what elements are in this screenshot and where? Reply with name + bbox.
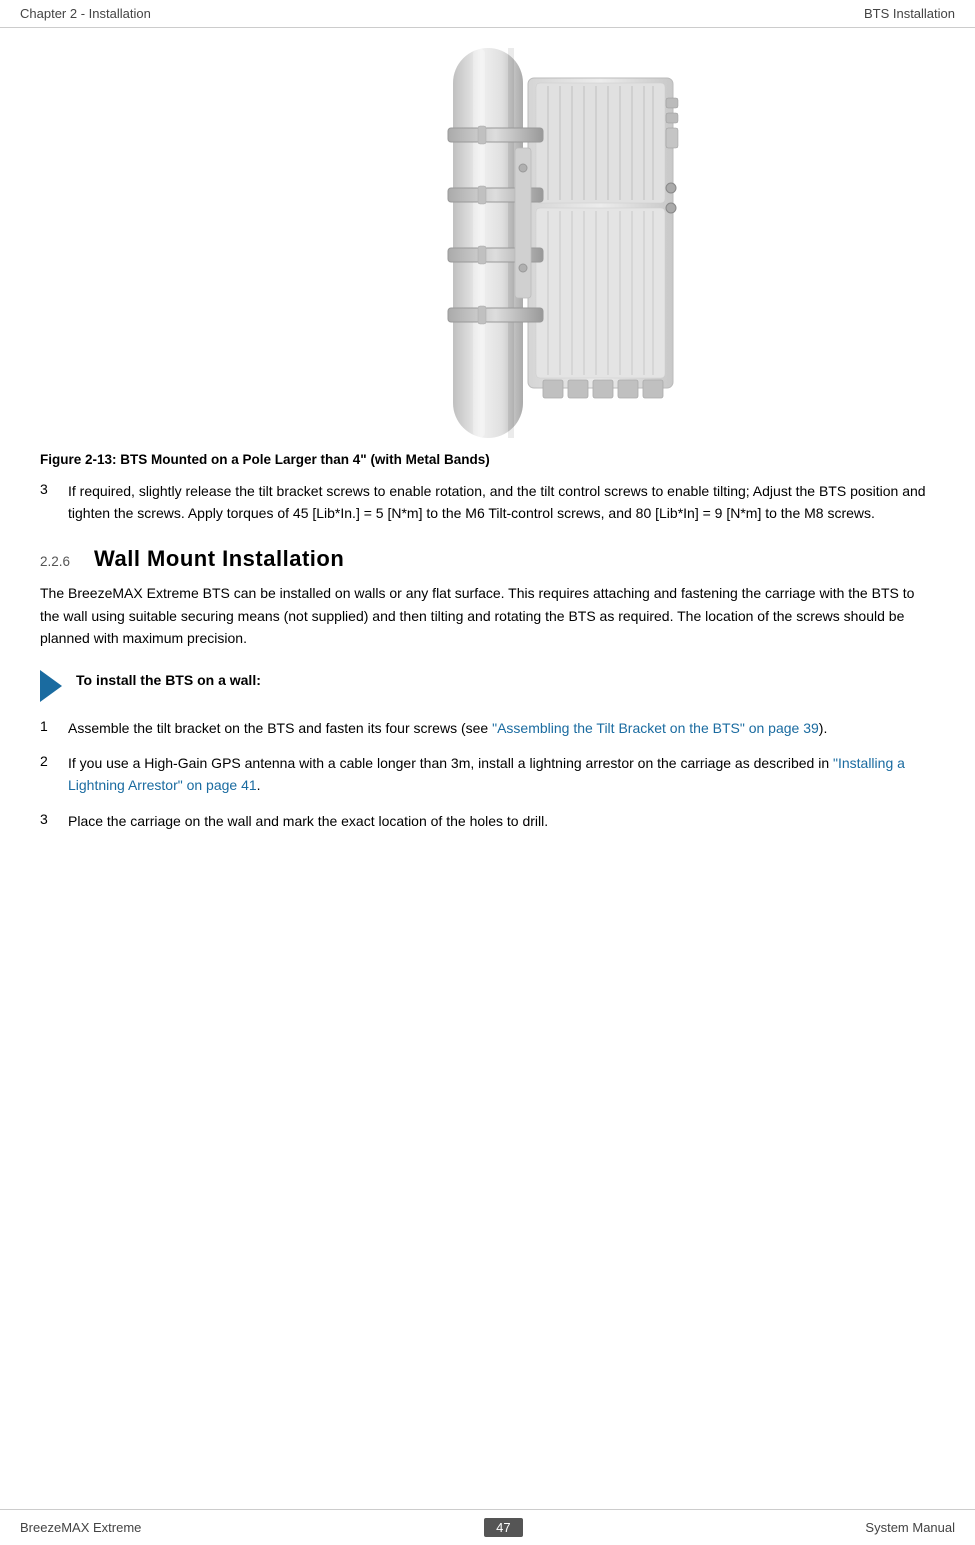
section-number: 2.2.6	[40, 554, 70, 569]
step2-text-after: .	[257, 777, 261, 793]
wall-step-3: 3 Place the carriage on the wall and mar…	[40, 811, 935, 833]
note-block: To install the BTS on a wall:	[40, 668, 935, 702]
step-number-3: 3	[40, 481, 68, 497]
figure-caption: Figure 2-13: BTS Mounted on a Pole Large…	[40, 452, 935, 467]
step-3-text: If required, slightly release the tilt b…	[68, 481, 935, 524]
page-number: 47	[484, 1518, 522, 1537]
main-content: Figure 2-13: BTS Mounted on a Pole Large…	[0, 28, 975, 876]
wall-step-1-text: Assemble the tilt bracket on the BTS and…	[68, 718, 827, 740]
chapter-label: Chapter 2 - Installation	[20, 6, 151, 21]
installation-steps: 1 Assemble the tilt bracket on the BTS a…	[40, 718, 935, 833]
wall-step-2-text: If you use a High-Gain GPS antenna with …	[68, 753, 935, 796]
wall-step-2: 2 If you use a High-Gain GPS antenna wit…	[40, 753, 935, 796]
note-label: To install the BTS on a wall:	[76, 668, 261, 688]
footer-product-name: BreezeMAX Extreme	[20, 1520, 141, 1535]
figure-container	[40, 48, 935, 438]
section-226-container: 2.2.6 Wall Mount Installation	[40, 546, 935, 572]
section-label-row: 2.2.6 Wall Mount Installation	[40, 546, 935, 572]
section-label-header: BTS Installation	[864, 6, 955, 21]
step1-link[interactable]: "Assembling the Tilt Bracket on the BTS"…	[492, 720, 819, 736]
wall-step-3-text: Place the carriage on the wall and mark …	[68, 811, 548, 833]
page-footer: BreezeMAX Extreme 47 System Manual	[0, 1509, 975, 1545]
arrow-icon	[40, 670, 62, 702]
step2-text-before: If you use a High-Gain GPS antenna with …	[68, 755, 833, 771]
wall-mount-description: The BreezeMAX Extreme BTS can be install…	[40, 582, 935, 649]
wall-step-number-3: 3	[40, 811, 68, 827]
wall-step-1: 1 Assemble the tilt bracket on the BTS a…	[40, 718, 935, 740]
bts-illustration	[278, 48, 698, 438]
wall-step-number-1: 1	[40, 718, 68, 734]
step-3-before-section: 3 If required, slightly release the tilt…	[40, 481, 935, 524]
step1-text-before: Assemble the tilt bracket on the BTS and…	[68, 720, 492, 736]
wall-step-number-2: 2	[40, 753, 68, 769]
section-title: Wall Mount Installation	[94, 546, 344, 572]
page-header: Chapter 2 - Installation BTS Installatio…	[0, 0, 975, 28]
footer-manual-name: System Manual	[865, 1520, 955, 1535]
step1-text-after: ).	[819, 720, 828, 736]
